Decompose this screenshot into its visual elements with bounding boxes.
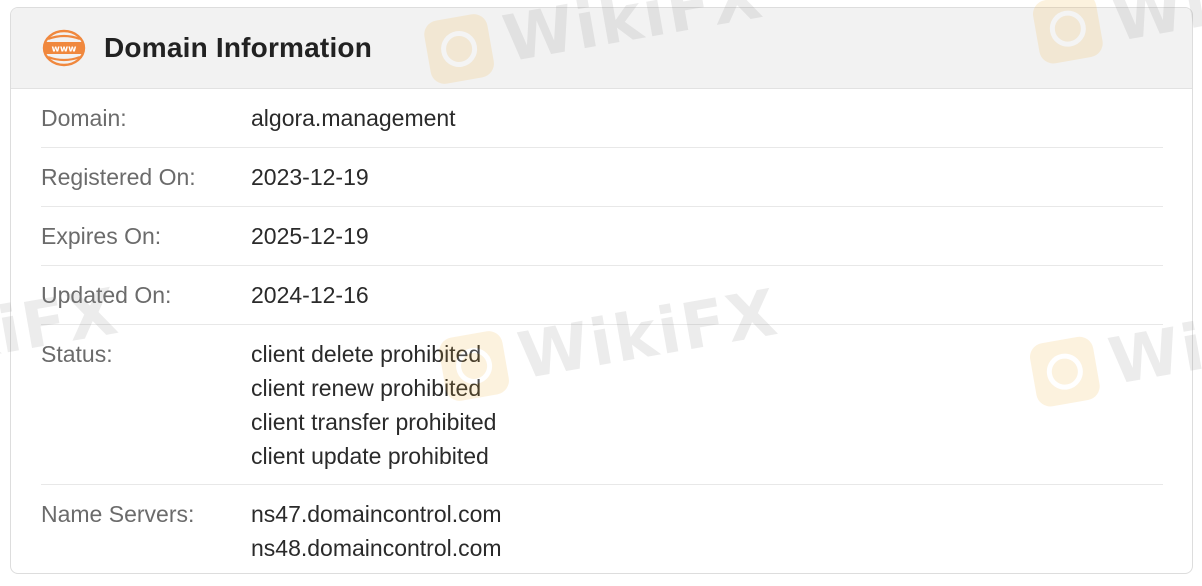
status-value: client renew prohibited: [251, 375, 482, 401]
updated-date-value: 2024-12-16: [251, 282, 369, 308]
svg-text:www: www: [52, 45, 77, 55]
domain-value: algora.management: [251, 105, 456, 131]
domain-info-rows: Domain: algora.management Registered On:…: [11, 89, 1192, 573]
page: www Domain Information Domain: algora.ma…: [0, 0, 1202, 586]
row-expires-on: Expires On: 2025-12-19: [41, 207, 1163, 266]
row-value: 2024-12-16: [251, 278, 369, 324]
card-header: www Domain Information: [11, 8, 1192, 89]
domain-info-card: www Domain Information Domain: algora.ma…: [10, 7, 1193, 574]
expires-date-value: 2025-12-19: [251, 223, 369, 249]
row-value: 2023-12-19: [251, 160, 369, 206]
www-globe-icon: www: [42, 29, 86, 67]
status-value: client transfer prohibited: [251, 409, 497, 435]
row-value: client delete prohibited client renew pr…: [251, 337, 496, 484]
status-value: client delete prohibited: [251, 341, 482, 367]
row-value: ns47.domaincontrol.com ns48.domaincontro…: [251, 497, 502, 573]
row-label: Status:: [41, 341, 113, 367]
row-registered-on: Registered On: 2023-12-19: [41, 148, 1163, 207]
card-title: Domain Information: [104, 32, 373, 63]
registered-date-value: 2023-12-19: [251, 164, 369, 190]
row-label: Updated On:: [41, 282, 172, 308]
row-name-servers: Name Servers: ns47.domaincontrol.com ns4…: [41, 485, 1163, 573]
row-label: Expires On:: [41, 223, 162, 249]
name-server-value: ns47.domaincontrol.com: [251, 501, 502, 527]
row-domain: Domain: algora.management: [41, 89, 1163, 148]
row-label: Name Servers:: [41, 501, 195, 527]
name-server-value: ns48.domaincontrol.com: [251, 535, 502, 561]
status-value: client update prohibited: [251, 443, 489, 469]
row-label: Registered On:: [41, 164, 196, 190]
row-value: algora.management: [251, 101, 456, 147]
row-status: Status: client delete prohibited client …: [41, 325, 1163, 485]
row-value: 2025-12-19: [251, 219, 369, 265]
row-updated-on: Updated On: 2024-12-16: [41, 266, 1163, 325]
row-label: Domain:: [41, 105, 127, 131]
